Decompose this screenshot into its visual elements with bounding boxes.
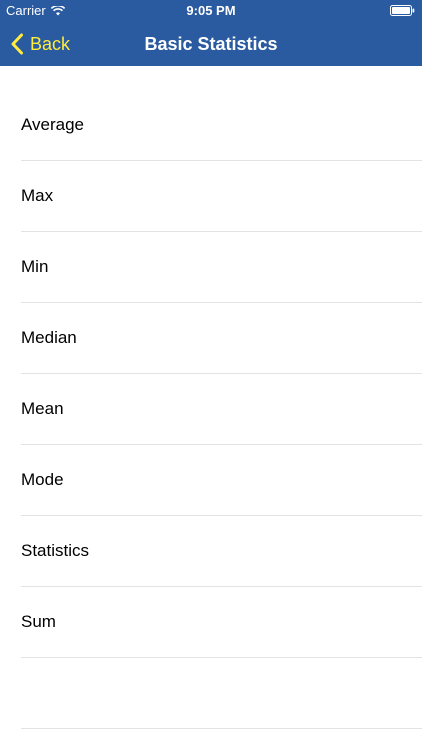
list-item-label: Average bbox=[21, 115, 85, 134]
list-item-statistics[interactable]: Statistics bbox=[21, 516, 422, 587]
status-bar: Carrier 9:05 PM bbox=[0, 0, 422, 22]
statistics-list: Average Max Min Median Mean Mode Statist… bbox=[0, 90, 422, 729]
battery-icon bbox=[390, 5, 415, 16]
header: Carrier 9:05 PM Back Basic Statistics bbox=[0, 0, 422, 66]
list-item-median[interactable]: Median bbox=[21, 303, 422, 374]
page-title: Basic Statistics bbox=[144, 34, 278, 54]
list-item-label: Sum bbox=[21, 612, 56, 631]
status-time: 9:05 PM bbox=[186, 3, 236, 18]
list-item-empty bbox=[21, 658, 422, 729]
list-item-label: Median bbox=[21, 328, 77, 347]
list-item-mode[interactable]: Mode bbox=[21, 445, 422, 516]
list-item-max[interactable]: Max bbox=[21, 161, 422, 232]
list-item-label: Mode bbox=[21, 470, 64, 489]
list-item-average[interactable]: Average bbox=[21, 90, 422, 161]
list-item-label: Statistics bbox=[21, 541, 90, 560]
list-item-mean[interactable]: Mean bbox=[21, 374, 422, 445]
list-item-label: Min bbox=[21, 257, 49, 276]
list-item-sum[interactable]: Sum bbox=[21, 587, 422, 658]
nav-bar: Back Basic Statistics bbox=[0, 22, 422, 66]
list-item-label: Max bbox=[21, 186, 54, 205]
list-item-label: Mean bbox=[21, 399, 64, 418]
list-item-min[interactable]: Min bbox=[21, 232, 422, 303]
